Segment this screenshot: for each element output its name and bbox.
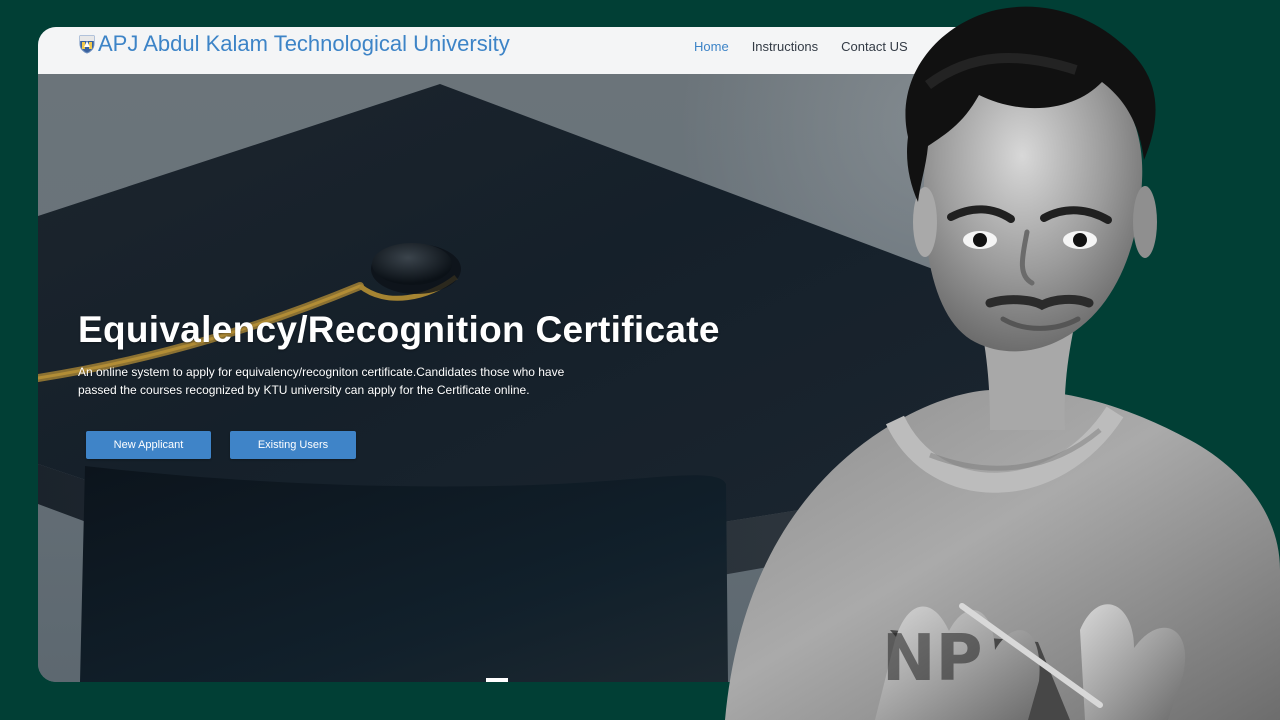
university-brand[interactable]: APJ Abdul Kalam Technological University <box>78 32 510 56</box>
new-applicant-button[interactable]: New Applicant <box>86 431 211 459</box>
svg-text:NP: NP <box>882 622 982 696</box>
slider-indicator[interactable] <box>486 678 508 682</box>
hero-actions: New Applicant Existing Users <box>86 431 356 459</box>
university-title[interactable]: APJ Abdul Kalam Technological University <box>98 32 510 56</box>
hero-content: Equivalency/Recognition Certificate An o… <box>78 310 720 399</box>
presenter-photo: NP <box>725 6 1280 720</box>
existing-users-button[interactable]: Existing Users <box>230 431 356 459</box>
hero-description: An online system to apply for equivalenc… <box>78 365 565 397</box>
page-title: Equivalency/Recognition Certificate <box>78 309 720 350</box>
university-crest-icon <box>79 35 95 54</box>
